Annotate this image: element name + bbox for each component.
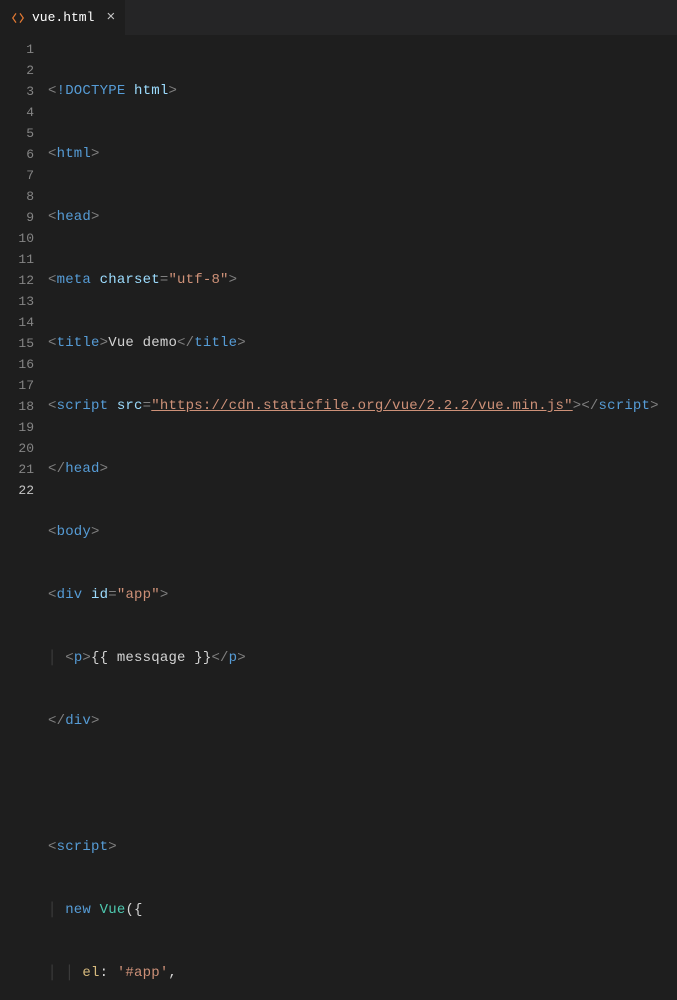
code-line[interactable]: <!DOCTYPE html> [48,81,677,102]
code-line[interactable]: </head> [48,459,677,480]
code-content[interactable]: <!DOCTYPE html> <html> <head> <meta char… [48,39,677,1000]
line-number: 22 [0,480,34,501]
line-number: 18 [0,396,34,417]
line-number: 19 [0,417,34,438]
tab-bar: vue.html × [0,0,677,35]
line-number: 13 [0,291,34,312]
line-number: 10 [0,228,34,249]
line-number: 17 [0,375,34,396]
tab-vue-html[interactable]: vue.html × [0,0,125,35]
code-line[interactable]: <body> [48,522,677,543]
code-line[interactable]: <head> [48,207,677,228]
code-line[interactable]: │ <p>{{ messqage }}</p> [48,648,677,669]
line-number: 11 [0,249,34,270]
line-number: 15 [0,333,34,354]
line-number: 4 [0,102,34,123]
code-line[interactable]: │ new Vue({ [48,900,677,921]
line-number: 7 [0,165,34,186]
line-number: 2 [0,60,34,81]
code-line[interactable]: <meta charset="utf-8"> [48,270,677,291]
code-line[interactable]: <title>Vue demo</title> [48,333,677,354]
close-icon[interactable]: × [106,10,115,25]
code-line[interactable]: </div> [48,711,677,732]
line-number: 16 [0,354,34,375]
line-number: 14 [0,312,34,333]
code-line[interactable]: │ │ el: '#app', [48,963,677,984]
tab-filename: vue.html [32,10,94,25]
line-number: 9 [0,207,34,228]
line-number: 5 [0,123,34,144]
code-line[interactable]: <script src="https://cdn.staticfile.org/… [48,396,677,417]
code-line[interactable]: <div id="app"> [48,585,677,606]
line-number: 6 [0,144,34,165]
editor-area[interactable]: 12345678910111213141516171819202122 <!DO… [0,35,677,1000]
code-file-icon [10,10,26,26]
line-number: 8 [0,186,34,207]
line-number: 3 [0,81,34,102]
code-line[interactable]: <script> [48,837,677,858]
line-number: 1 [0,39,34,60]
code-line[interactable]: <html> [48,144,677,165]
line-number: 12 [0,270,34,291]
line-number-gutter: 12345678910111213141516171819202122 [0,39,48,1000]
code-line[interactable] [48,774,677,795]
line-number: 20 [0,438,34,459]
line-number: 21 [0,459,34,480]
